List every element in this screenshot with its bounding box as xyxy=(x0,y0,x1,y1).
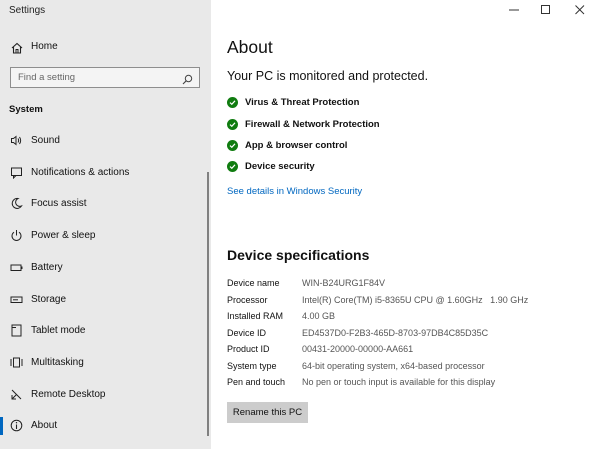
sidebar-item-storage[interactable]: Storage xyxy=(0,287,211,313)
sidebar-item-label: Power & sleep xyxy=(31,230,96,241)
home-icon xyxy=(10,41,24,55)
check-circle-icon xyxy=(227,97,238,108)
window-controls xyxy=(490,0,600,20)
speaker-icon xyxy=(10,134,23,147)
maximize-button[interactable] xyxy=(530,0,562,20)
spec-row: Device ID ED4537D0-F2B3-465D-8703-97DB4C… xyxy=(227,327,587,343)
sidebar-item-focus-assist[interactable]: Focus assist xyxy=(0,191,211,217)
protection-item: App & browser control xyxy=(227,139,487,155)
sidebar-item-notifications[interactable]: Notifications & actions xyxy=(0,160,211,186)
spec-heading: Device specifications xyxy=(227,247,370,263)
spec-key: Device name xyxy=(227,278,280,288)
protection-item-label: Virus & Threat Protection xyxy=(245,97,360,108)
sidebar-item-label: Remote Desktop xyxy=(31,388,106,400)
protection-item: Device security xyxy=(227,160,487,176)
window-title: Settings xyxy=(9,5,46,16)
selection-indicator xyxy=(0,417,3,435)
sidebar-item-label: Focus assist xyxy=(31,198,87,209)
info-icon xyxy=(10,419,23,432)
spec-row: Installed RAM 4.00 GB xyxy=(227,310,587,326)
protection-item: Virus & Threat Protection xyxy=(227,96,487,112)
spec-key: Processor xyxy=(227,294,268,305)
spec-key: Product ID xyxy=(227,344,270,354)
page-title: About xyxy=(227,37,273,57)
sidebar: Settings Home System Sound Notifications… xyxy=(0,0,211,449)
minimize-button[interactable] xyxy=(498,0,530,20)
spec-value[interactable]: 4.00 GB xyxy=(302,311,335,321)
protection-heading: Your PC is monitored and protected. xyxy=(227,69,429,83)
spec-value[interactable]: ED4537D0-F2B3-465D-8703-97DB4C85D35C xyxy=(302,328,488,338)
sidebar-item-power-sleep[interactable]: Power & sleep xyxy=(0,223,211,249)
battery-icon xyxy=(10,261,23,274)
multitasking-icon xyxy=(10,356,23,369)
section-header: System xyxy=(9,104,43,115)
spec-row: Processor Intel(R) Core(TM) i5-8365U CPU… xyxy=(227,294,587,310)
search-input[interactable] xyxy=(11,68,181,87)
sidebar-item-label: Storage xyxy=(31,293,67,305)
sidebar-item-about[interactable]: About xyxy=(0,413,211,439)
sidebar-item-tablet-mode[interactable]: Tablet mode xyxy=(0,318,211,344)
protection-item-label: App & browser control xyxy=(245,139,348,151)
check-circle-icon xyxy=(227,139,238,151)
sidebar-item-label: Home xyxy=(31,41,58,52)
spec-key: System type xyxy=(227,360,277,371)
sidebar-item-label: Sound xyxy=(31,135,60,146)
sidebar-item-multitasking[interactable]: Multitasking xyxy=(0,350,211,376)
spec-key: Device ID xyxy=(227,327,267,338)
sidebar-item-remote-desktop[interactable]: Remote Desktop xyxy=(0,382,211,408)
sidebar-item-label: Multitasking xyxy=(31,357,84,368)
sidebar-item-battery[interactable]: Battery xyxy=(0,255,211,281)
notification-icon xyxy=(10,166,23,179)
spec-value[interactable]: No pen or touch input is available for t… xyxy=(302,377,495,387)
sidebar-item-sound[interactable]: Sound xyxy=(0,128,211,154)
close-button[interactable] xyxy=(564,0,596,20)
spec-row: Product ID 00431-20000-00000-AA661 xyxy=(227,343,587,359)
spec-row: Device name WIN-B24URG1F84V xyxy=(227,277,587,293)
spec-value[interactable]: 64-bit operating system, x64-based proce… xyxy=(302,361,485,371)
moon-icon xyxy=(10,197,23,210)
spec-value[interactable]: Intel(R) Core(TM) i5-8365U CPU @ 1.60GHz… xyxy=(302,295,528,305)
sidebar-item-home[interactable]: Home xyxy=(0,37,211,59)
search-field[interactable] xyxy=(10,67,200,88)
storage-icon xyxy=(10,293,23,306)
remote-desktop-icon xyxy=(10,388,23,401)
protection-item: Firewall & Network Protection xyxy=(227,118,487,134)
windows-security-link[interactable]: See details in Windows Security xyxy=(227,186,362,197)
spec-row: Pen and touch No pen or touch input is a… xyxy=(227,376,587,392)
power-icon xyxy=(10,229,23,242)
sidebar-item-label: About xyxy=(31,420,58,431)
spec-key: Installed RAM xyxy=(227,311,284,321)
check-circle-icon xyxy=(227,160,238,172)
spec-value[interactable]: WIN-B24URG1F84V xyxy=(302,278,385,288)
check-circle-icon xyxy=(227,118,238,130)
sidebar-item-label: Battery xyxy=(31,262,63,273)
sidebar-item-label: Notifications & actions xyxy=(31,166,130,178)
tablet-icon xyxy=(10,324,23,337)
sidebar-item-label: Tablet mode xyxy=(31,325,86,336)
protection-item-label: Firewall & Network Protection xyxy=(245,118,380,130)
sidebar-scrollbar[interactable] xyxy=(207,172,209,436)
search-icon[interactable] xyxy=(182,72,193,85)
spec-key: Pen and touch xyxy=(227,377,286,387)
protection-item-label: Device security xyxy=(245,160,315,172)
spec-value[interactable]: 00431-20000-00000-AA661 xyxy=(302,344,413,354)
spec-row: System type 64-bit operating system, x64… xyxy=(227,360,587,376)
rename-pc-button[interactable]: Rename this PC xyxy=(227,402,308,423)
